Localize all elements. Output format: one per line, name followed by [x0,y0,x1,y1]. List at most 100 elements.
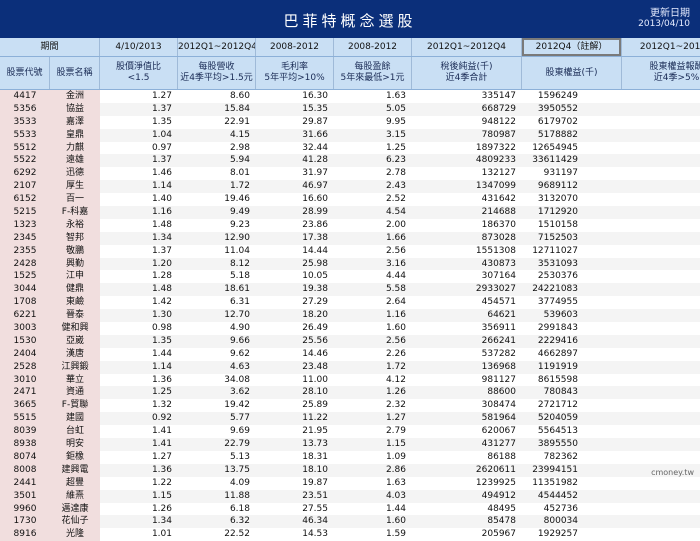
table-cell: 1.26 [385,387,406,398]
table-row: 9960邁達康 1.26 6.18 27.55 1.44 48495 452736 10.71 [0,502,700,516]
table-cell: 25.89 [302,400,328,411]
table-cell: 11.88 [224,490,250,501]
table-cell: 452736 [543,503,578,514]
table-row: 8916光隆 1.01 22.52 14.53 1.59 205967 1929257 10.… [0,528,700,541]
table-cell: 1.25 [151,387,172,398]
table-cell: 19.42 [224,400,250,411]
stock-code-cell: 5533 [0,128,50,142]
table-cell: 2.78 [385,168,406,179]
column-header: 股東權益報酬 近4季>5% [622,57,700,89]
table-cell: 19.38 [302,284,328,295]
table-row: 6221晉泰 1.30 12.70 18.20 1.16 64621 539603 11.98 [0,309,700,323]
table-row: 3501維熹 1.15 11.88 23.51 4.03 494912 4544452 10.… [0,489,700,503]
stock-code-cell: 3665 [0,399,50,413]
table-cell: 31.97 [302,168,328,179]
stock-code-cell: 6292 [0,167,50,181]
table-cell: 5.58 [385,284,406,295]
table-cell: 205967 [481,529,516,540]
table-cell: 34.08 [224,374,250,385]
table-cell: 266241 [481,335,516,346]
table-cell: 11.58 [622,335,700,348]
stock-name-cell: 協益 [50,102,100,116]
column-header: 股票名稱 [50,57,100,89]
table-cell: 0.97 [151,142,172,153]
period-header-cell: 2008-2012 [256,38,334,56]
stock-name-cell: 力麒 [50,141,100,155]
table-row: 2355敬鵬 1.37 11.04 14.44 2.56 1551308 12711027 1… [0,244,700,258]
column-header: 毛利率 5年平均>10% [256,57,334,89]
table-row: 6292迅德 1.46 8.01 31.97 2.78 132127 931197 14.19 [0,167,700,181]
table-cell: 1.14 [151,361,172,372]
stock-name-cell: 健和興 [50,322,100,335]
table-cell: 24221083 [532,284,578,295]
table-cell: 1.44 [385,503,406,514]
stock-name-cell: 智邦 [50,231,100,245]
table-cell: 1.36 [151,374,172,385]
table-cell: 12.11 [622,283,700,296]
stock-code-cell: 2345 [0,231,50,245]
stock-name-cell: 江申 [50,270,100,284]
table-cell: 12.21 [622,232,700,245]
table-cell: 26.49 [302,323,328,334]
table-cell: 28.10 [302,387,328,398]
page-header: 巴菲特概念選股 更新日期 2013/04/10 [0,0,700,38]
stock-name-cell: 明安 [50,438,100,451]
stock-code-cell: 4417 [0,90,50,103]
table-cell: 3132070 [537,194,578,205]
table-cell: 454571 [481,297,516,308]
table-row: 3533嘉澤 1.35 22.91 29.87 9.95 948122 6179702 15.… [0,115,700,129]
column-header-line: 股東權益(千) [545,67,598,78]
column-header-line: 毛利率 [280,62,308,72]
stock-name-cell: 光隆 [50,528,100,541]
table-cell: 1.20 [151,258,172,269]
table-cell: 18.10 [302,464,328,475]
table-row: 2345智邦 1.34 12.90 17.38 1.66 873028 7152503 12.… [0,231,700,245]
table-row: 2404漢唐 1.44 9.62 14.46 2.26 537282 4662897 11.5… [0,347,700,361]
table-cell: 21 [622,90,700,103]
table-cell: 9.66 [229,335,250,346]
table-cell: 494912 [481,490,516,501]
stock-code-cell: 3533 [0,115,50,129]
table-cell: 7152503 [537,232,578,243]
table-row: 6152百一 1.40 19.46 16.60 2.52 431642 3132070 13.… [0,193,700,207]
table-cell: 2229416 [537,335,578,346]
table-cell: 33611429 [532,155,578,166]
table-cell: 1.41 [151,426,172,437]
table-cell: 4.12 [385,374,406,385]
table-cell: 11.93 [622,322,700,335]
table-cell: 431277 [481,439,516,450]
table-cell: 28.99 [302,207,328,218]
table-cell: 4.15 [229,129,250,140]
table-cell: 25.98 [302,258,328,269]
table-row: 5522遠雄 1.37 5.94 41.28 6.23 4809233 33611429 14… [0,154,700,168]
table-cell: 12.34 [622,219,700,232]
table-cell: 1.25 [385,142,406,153]
stock-code-cell: 5512 [0,141,50,155]
table-cell: 780987 [481,129,516,140]
table-cell: 5.77 [229,413,250,424]
table-row: 3010華立 1.36 34.08 11.00 4.12 981127 8615598 11.… [0,373,700,387]
table-cell: 13.9 [622,180,700,193]
table-row: 2107厚生 1.14 1.72 46.97 2.43 1347099 9689112 13.… [0,180,700,194]
table-cell: 17.38 [302,232,328,243]
update-date-label: 更新日期 [650,8,690,19]
table-cell: 2991843 [537,323,578,334]
table-cell: 13.78 [622,193,700,206]
table-cell: 11.14 [622,425,700,438]
period-header-cell: 2012Q1~2012Q4 [178,38,256,56]
table-cell: 88600 [487,387,516,398]
column-header-line: 近4季平均>1.5元 [180,73,253,83]
period-header-note[interactable]: 2012Q4（註解） [522,38,622,56]
watermark: cmoney.tw [651,468,694,477]
table-cell: 23.48 [302,361,328,372]
stock-screen-table: 期間 4/10/2013 2012Q1~2012Q4 2008-2012 2008-20… [0,38,700,541]
table-cell: 14.31 [622,154,700,167]
stock-code-cell: 8938 [0,438,50,451]
stock-name-cell: 亞崴 [50,334,100,348]
column-header: 稅後純益(千) 近4季合計 [412,57,522,89]
table-cell: 8.12 [229,258,250,269]
table-cell: 23.86 [302,219,328,230]
table-cell: 4.63 [229,361,250,372]
stock-name-cell: 建興電 [50,463,100,477]
table-cell: 2.43 [385,181,406,192]
